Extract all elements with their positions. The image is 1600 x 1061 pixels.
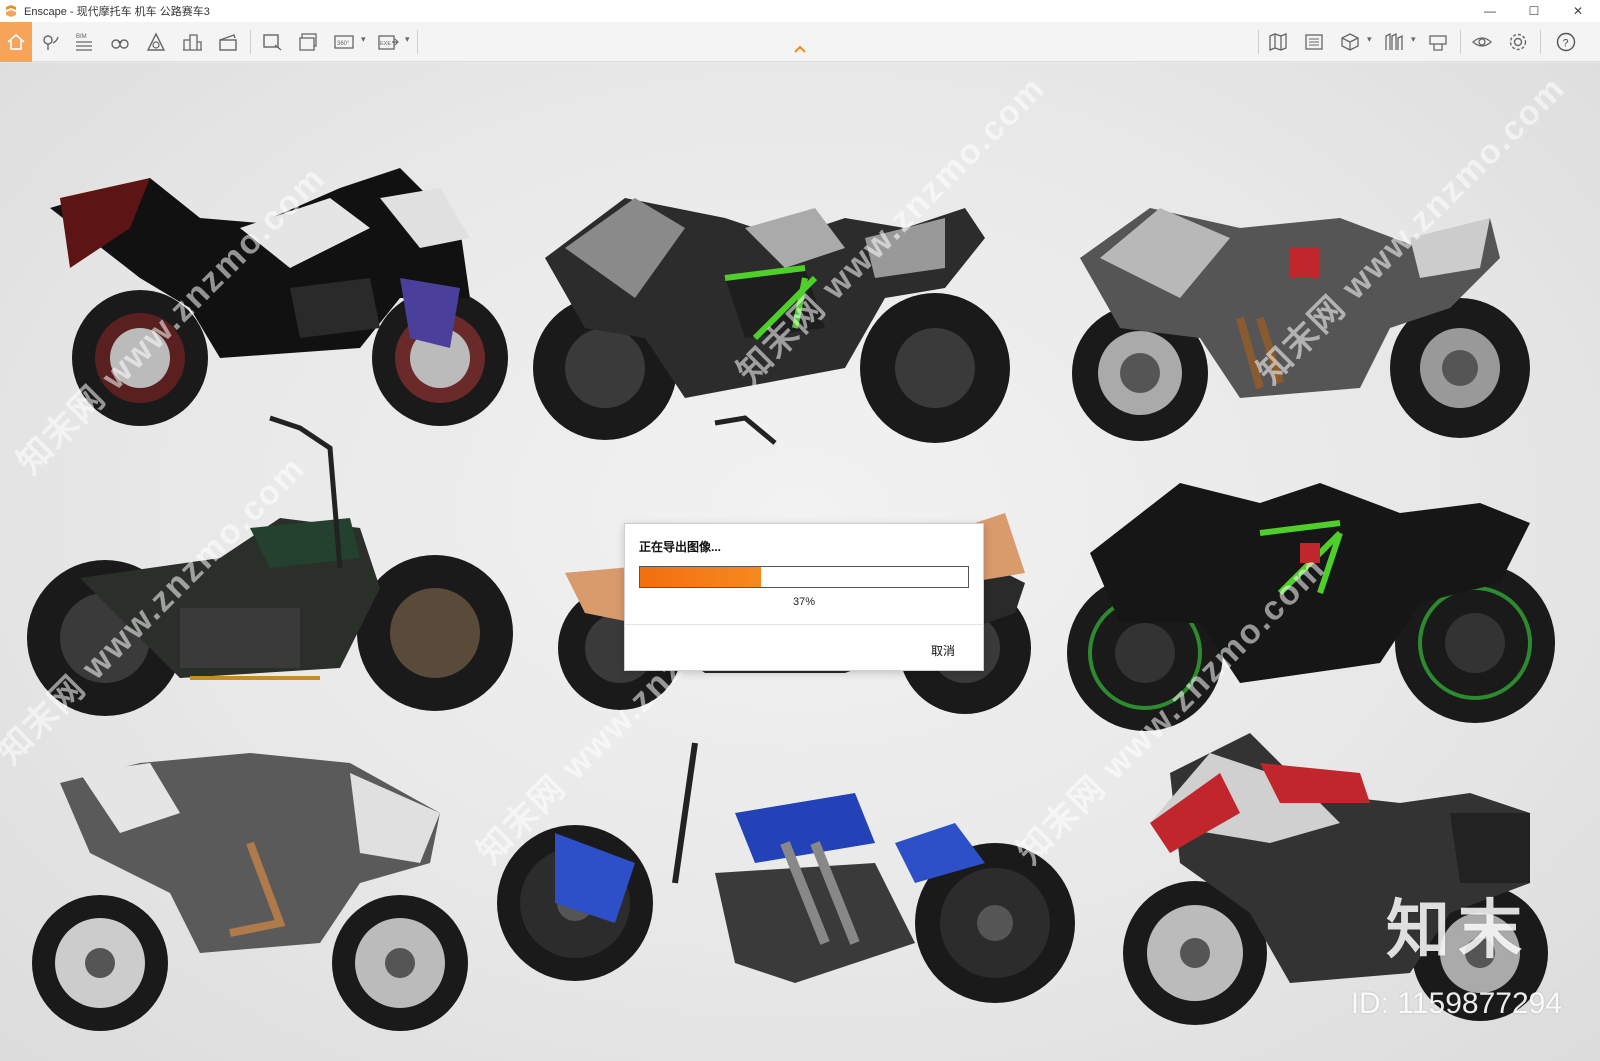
map-button[interactable] [1262, 26, 1294, 58]
binoculars-icon [111, 39, 129, 49]
asset-dropdown-chevron-icon[interactable]: ▾ [1411, 34, 1416, 45]
visibility-button[interactable] [1466, 26, 1498, 58]
atmosphere-button[interactable] [140, 26, 172, 58]
toolbar-separator [1460, 30, 1461, 54]
dialog-title: 正在导出图像... [639, 540, 722, 554]
cube-dropdown-chevron-icon[interactable]: ▾ [1367, 34, 1372, 45]
binoculars-button[interactable] [104, 26, 136, 58]
buildings-button[interactable] [176, 26, 208, 58]
svg-text:EXE: EXE [380, 41, 391, 47]
cube-button[interactable] [1334, 26, 1366, 58]
svg-text:BIM: BIM [76, 34, 87, 40]
render-viewport[interactable]: 知末网 www.znzmo.com 知末网 www.znzmo.com 知末网 … [0, 63, 1600, 1061]
asset-library-button[interactable] [1378, 26, 1410, 58]
window-title: Enscape - 现代摩托车 机车 公路赛车3 [24, 6, 210, 18]
enscape-window: Enscape - 现代摩托车 机车 公路赛车3 — ☐ ✕ BIM 360° … [0, 0, 1600, 1061]
asset-library-icon [1385, 32, 1403, 50]
collapse-toolbar-chevron-icon[interactable] [793, 43, 807, 55]
visibility-icon [1472, 37, 1492, 47]
clapperboard-button[interactable] [212, 26, 244, 58]
screenshot-icon [263, 34, 282, 51]
map-pin-icon [43, 35, 59, 50]
toolbar-separator [417, 30, 418, 54]
watermark-id: ID: 1159877294 [1350, 987, 1562, 1020]
export-exe-button[interactable]: EXE [372, 26, 404, 58]
bim-icon: BIM [76, 34, 92, 51]
minimize-button[interactable]: — [1468, 0, 1512, 22]
close-button[interactable]: ✕ [1556, 0, 1600, 22]
settings-icon [1509, 33, 1527, 51]
map-pin-button[interactable] [34, 26, 66, 58]
progress-percent-label: 37% [792, 596, 816, 608]
title-bar: Enscape - 现代摩托车 机车 公路赛车3 — ☐ ✕ [0, 0, 1600, 22]
screenshot-button[interactable] [256, 26, 288, 58]
batch-render-icon [299, 33, 317, 51]
cancel-button[interactable]: 取消 [931, 642, 955, 659]
motorcycle-superbike-white [20, 723, 480, 1043]
toolbar-separator [1258, 30, 1259, 54]
material-editor-button[interactable] [1422, 26, 1454, 58]
panorama-button[interactable]: 360° [328, 26, 360, 58]
export-exe-icon: EXE [378, 35, 399, 50]
panorama-icon: 360° [334, 35, 354, 49]
cube-icon [1341, 33, 1359, 51]
home-icon [7, 33, 25, 50]
export-dropdown-chevron-icon[interactable]: ▾ [405, 34, 410, 45]
panorama-dropdown-chevron-icon[interactable]: ▾ [361, 34, 366, 45]
atmosphere-icon [146, 32, 166, 51]
svg-text:360°: 360° [337, 41, 350, 47]
material-editor-icon [1429, 35, 1447, 51]
bim-button[interactable]: BIM [68, 26, 100, 58]
toolbar-separator [1540, 30, 1541, 54]
enscape-logo-icon [6, 5, 16, 17]
batch-render-button[interactable] [292, 26, 324, 58]
export-progress-dialog: 正在导出图像... 37% 取消 [624, 523, 984, 671]
toolbar: BIM 360° ▾ EXE ▾ ▾ ▾ ? [0, 22, 1600, 62]
window-controls: — ☐ ✕ [1468, 0, 1600, 22]
buildings-icon [183, 34, 202, 51]
views-icon [1305, 34, 1323, 50]
home-button[interactable] [0, 22, 32, 62]
maximize-button[interactable]: ☐ [1512, 0, 1556, 22]
toolbar-separator [250, 30, 251, 54]
svg-text:?: ? [1563, 38, 1569, 50]
dialog-divider [625, 624, 983, 625]
help-button[interactable]: ? [1550, 26, 1582, 58]
progress-bar [639, 566, 969, 588]
clapperboard-icon [219, 34, 237, 51]
views-button[interactable] [1298, 26, 1330, 58]
help-icon: ? [1556, 32, 1576, 52]
map-icon [1269, 33, 1287, 51]
settings-button[interactable] [1502, 26, 1534, 58]
watermark-brand: 知末 [1386, 894, 1530, 966]
progress-bar-fill [640, 567, 762, 587]
